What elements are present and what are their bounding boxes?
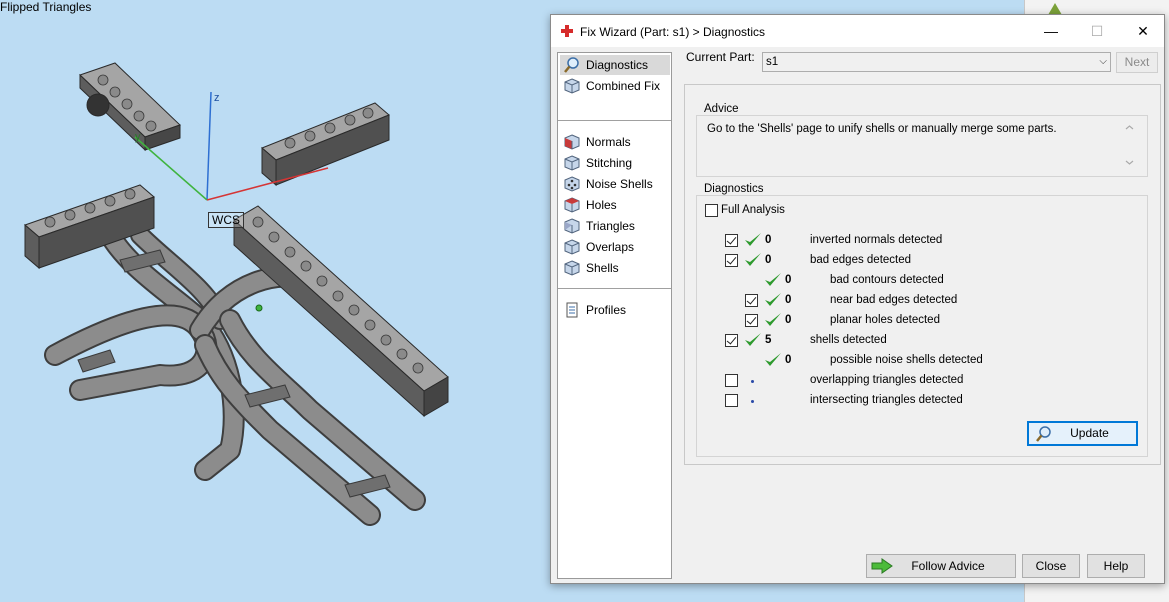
overlaps-cube-icon — [564, 239, 580, 255]
axis-y-label: y — [135, 131, 141, 143]
update-label: Update — [1070, 426, 1109, 440]
axis-z-label: z — [214, 92, 220, 104]
follow-advice-label: Follow Advice — [911, 559, 985, 573]
green-check-icon — [745, 233, 761, 246]
nav-divider — [558, 288, 671, 289]
intersecting-triangles-label: intersecting triangles detected — [810, 394, 963, 406]
shells-label: shells detected — [810, 334, 887, 346]
help-button[interactable]: Help — [1087, 554, 1145, 578]
nav-item-shells[interactable]: Shells — [560, 258, 670, 278]
document-icon — [566, 302, 578, 318]
green-check-icon — [765, 273, 781, 286]
fix-wizard-dialog: Fix Wizard (Part: s1) > Diagnostics — ☐ … — [550, 14, 1165, 584]
shells-cube-icon — [564, 260, 580, 276]
magnifier-icon — [564, 57, 579, 73]
stitching-cube-icon — [564, 155, 580, 171]
current-part-select[interactable]: s1 ⌵ — [762, 52, 1111, 72]
inverted-normals-label: inverted normals detected — [810, 234, 943, 246]
close-button[interactable]: Close — [1022, 554, 1080, 578]
shells-checkbox[interactable] — [725, 334, 738, 347]
nav-item-noise-shells[interactable]: Noise Shells — [560, 174, 670, 194]
near-bad-edges-label: near bad edges detected — [830, 294, 958, 306]
nav-item-label: Diagnostics — [586, 58, 649, 72]
holes-cube-icon — [564, 197, 580, 213]
inverted-normals-count: 0 — [765, 234, 772, 246]
green-check-icon — [765, 313, 781, 326]
advice-group-label: Advice — [702, 103, 741, 115]
green-arrow-icon — [871, 558, 893, 574]
update-button[interactable]: Update — [1027, 421, 1138, 446]
current-part-value: s1 — [766, 56, 779, 68]
shells-count: 5 — [765, 334, 772, 346]
advice-text: Go to the 'Shells' page to unify shells … — [707, 123, 1057, 135]
bad-edges-count: 0 — [765, 254, 772, 266]
wizard-nav: Diagnostics Combined Fix Normals Stitchi… — [557, 52, 672, 579]
nav-item-normals[interactable]: Normals — [560, 132, 670, 152]
nav-item-holes[interactable]: Holes — [560, 195, 670, 215]
minimize-button[interactable]: — — [1028, 15, 1074, 47]
nav-item-overlaps[interactable]: Overlaps — [560, 237, 670, 257]
current-part-label: Current Part: — [686, 50, 755, 64]
overlapping-triangles-label: overlapping triangles detected — [810, 374, 964, 386]
nav-item-combined-fix[interactable]: Combined Fix — [560, 76, 670, 96]
inverted-normals-checkbox[interactable] — [725, 234, 738, 247]
planar-holes-count: 0 — [785, 314, 792, 326]
intersecting-triangles-checkbox[interactable] — [725, 394, 738, 407]
near-bad-edges-checkbox[interactable] — [745, 294, 758, 307]
nav-divider — [558, 120, 671, 121]
near-bad-edges-count: 0 — [785, 294, 792, 306]
nav-item-stitching[interactable]: Stitching — [560, 153, 670, 173]
nav-item-diagnostics[interactable]: Diagnostics — [560, 55, 670, 75]
maximize-button[interactable]: ☐ — [1074, 15, 1120, 47]
dialog-title: Fix Wizard (Part: s1) > Diagnostics — [580, 25, 766, 39]
follow-advice-button[interactable]: Follow Advice — [866, 554, 1016, 578]
normals-cube-icon — [564, 134, 580, 150]
pending-dot-icon — [751, 400, 754, 403]
full-analysis-checkbox[interactable] — [705, 204, 718, 217]
bad-edges-checkbox[interactable] — [725, 254, 738, 267]
nav-item-label: Combined Fix — [586, 79, 661, 93]
close-window-button[interactable]: ✕ — [1120, 15, 1166, 47]
cube-icon — [564, 78, 580, 94]
noise-shells-label: possible noise shells detected — [830, 354, 983, 366]
nav-item-label: Shells — [586, 261, 619, 275]
nav-item-label: Normals — [586, 135, 631, 149]
chevron-down-icon: ⌵ — [1099, 56, 1107, 67]
full-analysis-label: Full Analysis — [721, 204, 785, 216]
nav-item-label: Noise Shells — [586, 177, 653, 191]
nav-item-label: Stitching — [586, 156, 633, 170]
nav-item-label: Profiles — [586, 303, 627, 317]
green-check-icon — [765, 353, 781, 366]
overlapping-triangles-checkbox[interactable] — [725, 374, 738, 387]
nav-item-profiles[interactable]: Profiles — [560, 300, 670, 320]
red-cross-icon — [561, 25, 573, 37]
title-bar[interactable]: Fix Wizard (Part: s1) > Diagnostics — ☐ … — [551, 15, 1164, 47]
magnifier-icon — [1036, 426, 1051, 442]
nav-item-label: Triangles — [586, 219, 635, 233]
advice-scrollbar[interactable] — [1121, 121, 1138, 169]
nav-item-label: Holes — [586, 198, 617, 212]
wcs-label: WCS — [208, 212, 244, 228]
planar-holes-checkbox[interactable] — [745, 314, 758, 327]
pending-dot-icon — [751, 380, 754, 383]
bad-edges-label: bad edges detected — [810, 254, 912, 266]
nav-item-label: Overlaps — [586, 240, 635, 254]
green-check-icon — [765, 293, 781, 306]
bad-contours-count: 0 — [785, 274, 792, 286]
noise-shells-icon — [564, 176, 580, 192]
diagnostics-group-label: Diagnostics — [702, 183, 766, 195]
triangles-cube-icon — [564, 218, 580, 234]
bad-contours-label: bad contours detected — [830, 274, 944, 286]
green-check-icon — [745, 253, 761, 266]
next-button[interactable]: Next — [1116, 52, 1158, 73]
nav-item-triangles[interactable]: Triangles — [560, 216, 670, 236]
planar-holes-label: planar holes detected — [830, 314, 940, 326]
green-check-icon — [745, 333, 761, 346]
noise-shells-count: 0 — [785, 354, 792, 366]
